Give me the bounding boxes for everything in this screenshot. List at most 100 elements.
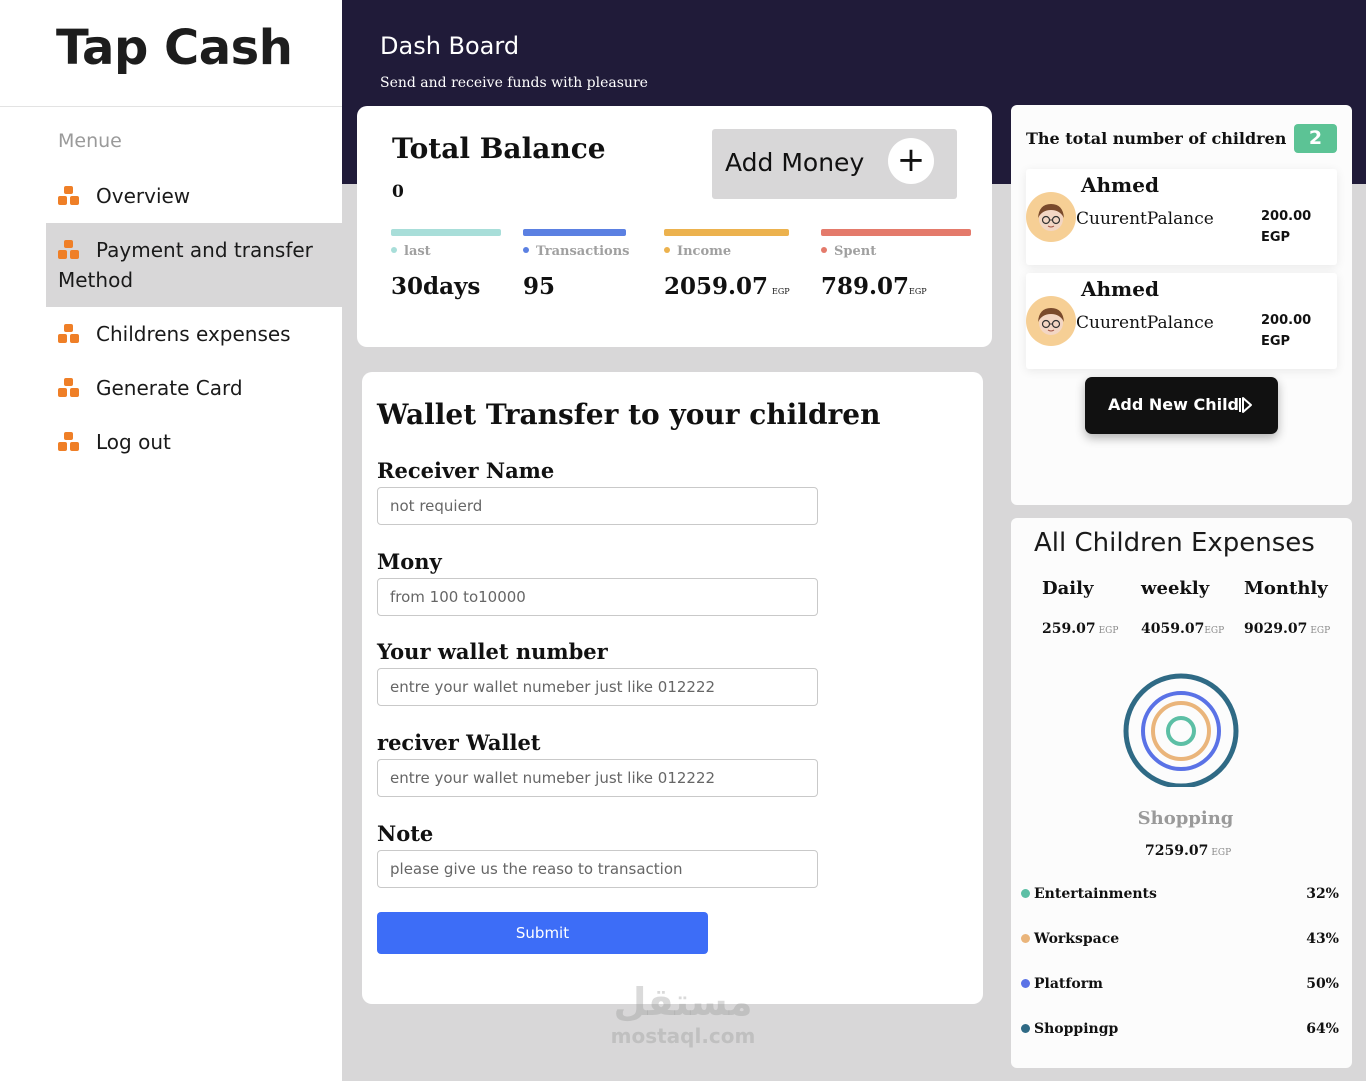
sidebar-item-label: Generate Card: [96, 376, 243, 400]
sidebar-item-payment[interactable]: Payment and transfer Method: [46, 223, 342, 307]
child-balance-label: CuurentPalance: [1076, 313, 1214, 333]
money-input[interactable]: [377, 578, 818, 616]
watermark-arabic: مستقل: [613, 980, 753, 1024]
period-label: Daily: [1042, 578, 1094, 599]
plus-icon: +: [888, 138, 934, 184]
legend-label: Platform: [1034, 976, 1103, 992]
boxes-icon: [58, 324, 82, 344]
stat-label: Transactions: [536, 244, 630, 259]
legend-item: Shoppingp 64%: [1021, 1021, 1339, 1037]
focus-category-label: Shopping: [1137, 808, 1234, 829]
sidebar-item-overview[interactable]: Overview: [46, 181, 342, 211]
receiver-name-label: Receiver Name: [377, 458, 555, 483]
stat-value: 789.07: [821, 273, 910, 300]
ring-workspace: [1151, 701, 1211, 761]
legend-dot: [1021, 1024, 1030, 1033]
stat-dot: [523, 247, 529, 253]
wallet-number-input[interactable]: [377, 668, 818, 706]
page-title: Dash Board: [380, 32, 520, 60]
child-card[interactable]: Ahmed CuurentPalance 200.00 EGP: [1026, 273, 1337, 369]
sidebar-item-label: Log out: [96, 430, 171, 454]
note-input[interactable]: [377, 850, 818, 888]
legend-percent: 32%: [1306, 886, 1339, 902]
balance-value: 0: [392, 182, 404, 202]
legend-percent: 43%: [1306, 931, 1339, 947]
legend-dot: [1021, 979, 1030, 988]
stat-income: Income 2059.07 EGP: [664, 229, 790, 300]
add-new-child-button[interactable]: Add New Child: [1085, 377, 1278, 434]
children-count-badge: 2: [1294, 124, 1337, 153]
legend-item: Platform 50%: [1021, 976, 1339, 992]
add-money-label: Add Money: [725, 148, 865, 177]
legend-label: Shoppingp: [1034, 1021, 1119, 1037]
sidebar-item-label: Overview: [96, 184, 191, 208]
child-currency: EGP: [1261, 334, 1291, 349]
submit-button[interactable]: Submit: [377, 912, 708, 954]
legend-dot: [1021, 889, 1030, 898]
legend-label: Entertainments: [1034, 886, 1157, 902]
period-value: 4059.07EGP: [1141, 621, 1225, 637]
sidebar-item-label: Payment and transfer Method: [58, 238, 313, 292]
focus-category-value: 7259.07 EGP: [1145, 843, 1232, 859]
sidebar-item-generate-card[interactable]: Generate Card: [46, 373, 342, 403]
period-value: 9029.07 EGP: [1244, 621, 1331, 637]
child-amount: 200.00: [1261, 209, 1312, 224]
watermark: مستقل mostaql.com: [598, 980, 768, 1048]
brand-logo: Tap Cash: [56, 20, 293, 76]
legend-item: Entertainments 32%: [1021, 886, 1339, 902]
period-label: weekly: [1141, 578, 1210, 599]
menu-title: Menue: [58, 130, 122, 152]
stat-label: Income: [677, 244, 732, 259]
avatar: [1026, 192, 1076, 242]
add-money-button[interactable]: Add Money +: [712, 129, 957, 199]
balance-card: Total Balance 0 Add Money + last 30days …: [357, 106, 992, 347]
receiver-wallet-input[interactable]: [377, 759, 818, 797]
expenses-card: All Children Expenses Daily weekly Month…: [1011, 518, 1352, 1068]
child-currency: EGP: [1261, 230, 1291, 245]
stat-label: Spent: [834, 244, 877, 259]
legend-label: Workspace: [1034, 931, 1120, 947]
legend-dot: [1021, 934, 1030, 943]
page-subtitle: Send and receive funds with pleasure: [380, 75, 648, 91]
stat-value: 2059.07: [664, 273, 769, 300]
child-card[interactable]: Ahmed CuurentPalance 200.00 EGP: [1026, 169, 1337, 265]
avatar: [1026, 296, 1076, 346]
wallet-number-label: Your wallet number: [377, 639, 608, 664]
stat-bar: [821, 229, 971, 236]
stat-bar: [523, 229, 626, 236]
watermark-latin: mostaql.com: [610, 1024, 756, 1048]
stat-transactions: Transactions 95: [523, 229, 630, 300]
sidebar-item-logout[interactable]: Log out: [46, 427, 342, 457]
arrow-right-icon: [1238, 396, 1254, 418]
legend-item: Workspace 43%: [1021, 931, 1339, 947]
expenses-ring-chart: [1123, 673, 1239, 787]
transfer-title: Wallet Transfer to your children: [377, 398, 881, 431]
stat-dot: [821, 247, 827, 253]
children-card: The total number of children 2 Ahmed Cuu…: [1011, 105, 1352, 505]
child-name: Ahmed: [1081, 173, 1159, 197]
expenses-title: All Children Expenses: [1034, 528, 1315, 558]
stat-value: 30days: [391, 273, 481, 300]
receiver-wallet-label: reciver Wallet: [377, 730, 541, 755]
child-amount: 200.00: [1261, 313, 1312, 328]
money-label: Mony: [377, 549, 442, 574]
ring-entertainments: [1166, 716, 1196, 746]
boxes-icon: [58, 186, 82, 206]
stat-bar: [664, 229, 789, 236]
boxes-icon: [58, 378, 82, 398]
stat-dot: [664, 247, 670, 253]
receiver-name-input[interactable]: [377, 487, 818, 525]
sidebar: Tap Cash Menue Overview Payment and tran…: [0, 0, 342, 1081]
stat-bar: [391, 229, 501, 236]
add-child-label: Add New Child: [1108, 395, 1240, 414]
sidebar-item-childrens-expenses[interactable]: Childrens expenses: [46, 319, 342, 349]
legend-percent: 50%: [1306, 976, 1339, 992]
stat-unit: EGP: [909, 287, 927, 296]
sidebar-item-label: Childrens expenses: [96, 322, 291, 346]
balance-title: Total Balance: [392, 132, 606, 165]
period-value: 259.07 EGP: [1042, 621, 1119, 637]
legend-percent: 64%: [1306, 1021, 1339, 1037]
stat-last: last 30days: [391, 229, 501, 300]
stat-unit: EGP: [772, 287, 790, 296]
child-balance-label: CuurentPalance: [1076, 209, 1214, 229]
